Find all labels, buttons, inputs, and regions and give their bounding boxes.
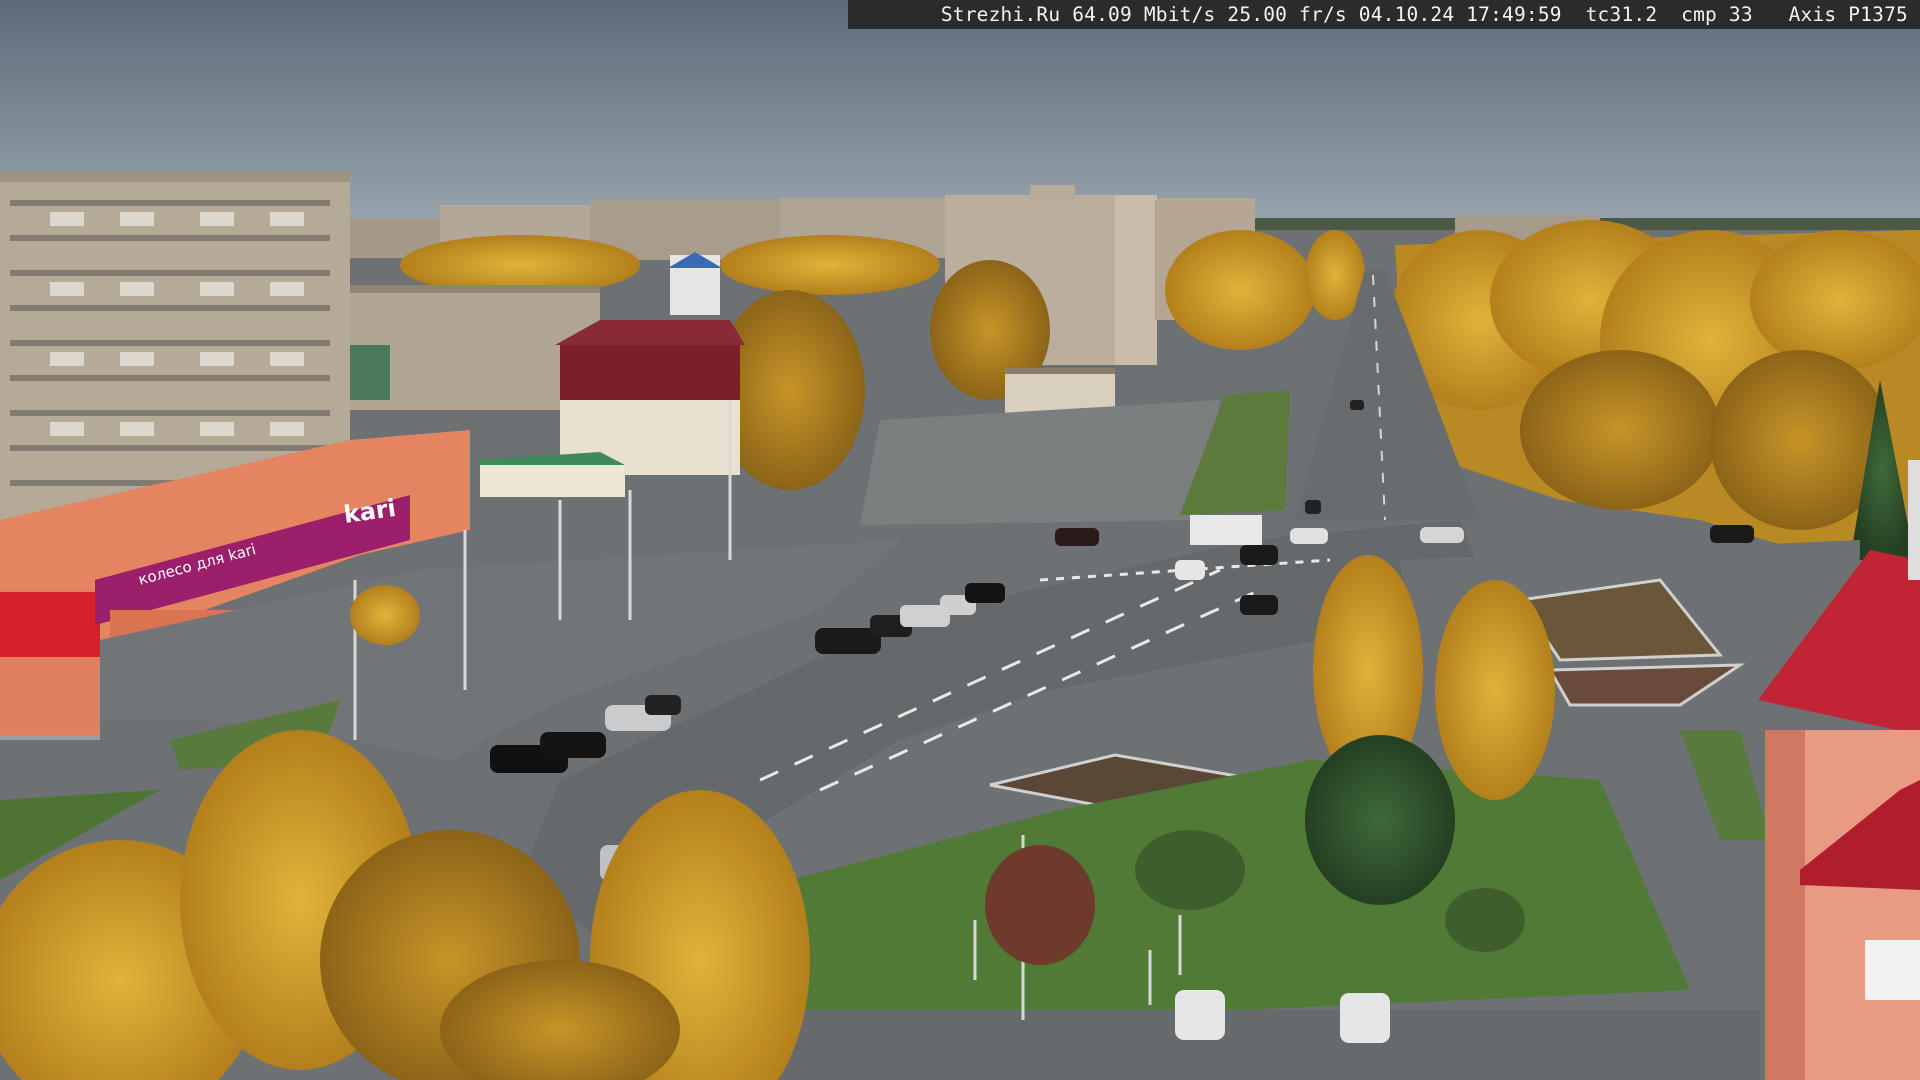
bottom-parking <box>760 1010 1760 1080</box>
webcam-scene: kari колесо для kari <box>0 0 1920 1080</box>
central-plaza <box>860 400 1220 525</box>
green-roof-kiosk <box>478 452 625 497</box>
camera-osd-text: Strezhi.Ru 64.09 Mbit/s 25.00 fr/s 04.10… <box>940 3 1908 26</box>
webcam-frame: kari колесо для kari Strezhi.Ru 64.09 Mb… <box>0 0 1920 1080</box>
camera-osd-bar: Strezhi.Ru 64.09 Mbit/s 25.00 fr/s 04.10… <box>848 0 1920 29</box>
